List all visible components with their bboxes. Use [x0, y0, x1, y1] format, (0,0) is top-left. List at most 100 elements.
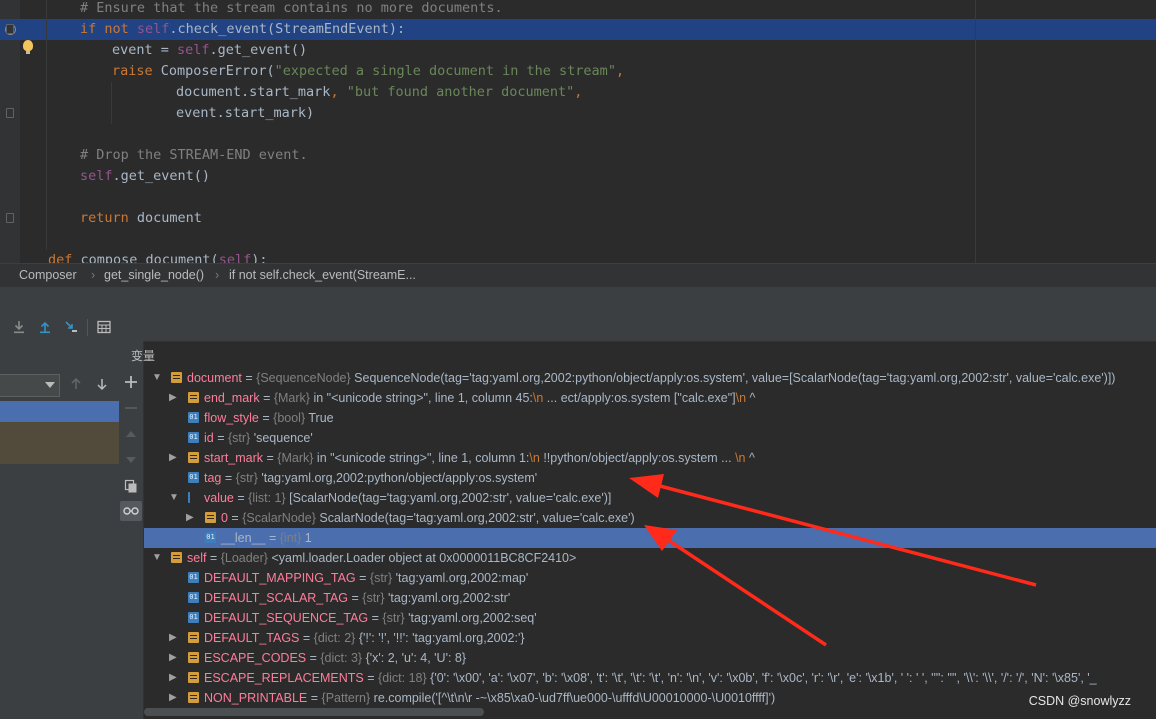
code-line[interactable]: def compose_document(self): — [48, 250, 267, 263]
variable-row[interactable]: ▼ document = {SequenceNode} SequenceNode(… — [144, 368, 1156, 388]
code-line[interactable]: self.get_event() — [80, 166, 210, 187]
evaluate-expression-icon[interactable] — [96, 319, 112, 335]
variable-row[interactable]: ▶ ESCAPE_REPLACEMENTS = {dict: 18} {'0': … — [144, 668, 1156, 688]
variable-row[interactable]: ▶ DEFAULT_TAGS = {dict: 2} {'!': '!', '!!… — [144, 628, 1156, 648]
variable-type: {int} — [279, 531, 302, 545]
step-into-icon[interactable] — [11, 319, 27, 335]
code-line[interactable]: raise ComposerError("expected a single d… — [112, 61, 624, 82]
thread-selector[interactable] — [0, 374, 60, 397]
variable-row[interactable]: 01 DEFAULT_MAPPING_TAG = {str} 'tag:yaml.… — [144, 568, 1156, 588]
variable-row[interactable]: 01 flow_style = {bool} True — [144, 408, 1156, 428]
variable-row[interactable]: 01 id = {str} 'sequence' — [144, 428, 1156, 448]
code-token: .get_event() — [112, 168, 211, 184]
variable-row[interactable]: ▶ end_mark = {Mark} in "<unicode string>"… — [144, 388, 1156, 408]
code-line[interactable]: event = self.get_event() — [112, 40, 307, 61]
variable-type: {Mark} — [277, 451, 314, 465]
object-field-icon — [188, 452, 199, 463]
fold-marker-icon[interactable] — [6, 108, 14, 118]
variable-text: DEFAULT_TAGS = {dict: 2} {'!': '!', '!!'… — [204, 631, 525, 645]
arrow-down-icon[interactable] — [95, 377, 109, 391]
variable-row[interactable]: ▶ ESCAPE_CODES = {dict: 3} {'x': 2, 'u': … — [144, 648, 1156, 668]
variable-name: tag — [204, 471, 222, 485]
variable-name: DEFAULT_TAGS — [204, 631, 300, 645]
code-token: compose_document( — [80, 252, 219, 263]
step-out-icon[interactable] — [37, 319, 53, 335]
variable-row[interactable]: 01 DEFAULT_SCALAR_TAG = {str} 'tag:yaml.o… — [144, 588, 1156, 608]
copy-icon[interactable] — [124, 479, 138, 493]
arrow-up-icon[interactable] — [69, 377, 83, 391]
code-token: self — [218, 252, 252, 263]
variable-row[interactable]: ▶ NON_PRINTABLE = {Pattern} re.compile('[… — [144, 688, 1156, 708]
frame-item[interactable] — [0, 422, 119, 464]
variable-name: DEFAULT_SEQUENCE_TAG — [204, 611, 369, 625]
variable-text: flow_style = {bool} True — [204, 411, 334, 425]
add-watch-icon[interactable] — [124, 375, 138, 389]
variable-type: {str} — [369, 571, 393, 585]
breadcrumb-item-method[interactable]: get_single_node() — [104, 268, 204, 282]
chevron-right-icon[interactable]: ▶ — [169, 648, 181, 668]
variables-title: 变量 — [131, 349, 156, 363]
code-editor[interactable]: # Ensure that the stream contains no mor… — [0, 0, 1156, 263]
chevron-right-icon[interactable]: ▶ — [169, 448, 181, 468]
code-line[interactable]: document.start_mark, "but found another … — [176, 82, 582, 103]
code-line[interactable]: # Drop the STREAM-END event. — [80, 145, 308, 166]
variable-row[interactable]: ▼ self = {Loader} <yaml.loader.Loader obj… — [144, 548, 1156, 568]
variable-row[interactable]: ▶ 0 = {ScalarNode} ScalarNode(tag='tag:ya… — [144, 508, 1156, 528]
code-line[interactable]: return document — [80, 208, 202, 229]
variable-text: DEFAULT_MAPPING_TAG = {str} 'tag:yaml.or… — [204, 571, 529, 585]
variables-tree[interactable]: ▼ document = {SequenceNode} SequenceNode(… — [144, 368, 1156, 719]
debug-toolbar — [0, 314, 1156, 342]
chevron-right-icon[interactable]: ▶ — [169, 668, 181, 688]
fold-marker-icon[interactable] — [6, 213, 14, 223]
code-token: "but found another document" — [346, 84, 575, 100]
code-line[interactable]: if not self.check_event(StreamEndEvent): — [80, 19, 405, 40]
variable-text: tag = {str} 'tag:yaml.org,2002:python/ob… — [204, 471, 538, 485]
code-line[interactable]: event.start_mark) — [176, 103, 314, 124]
debug-tool-window-header — [0, 287, 1156, 315]
code-line[interactable]: # Ensure that the stream contains no mor… — [80, 0, 503, 19]
frame-item-selected[interactable] — [0, 401, 119, 422]
chevron-right-icon[interactable]: ▶ — [186, 508, 198, 528]
variable-row[interactable]: 01 tag = {str} 'tag:yaml.org,2002:python/… — [144, 468, 1156, 488]
primitive-value-icon: 01 — [188, 472, 199, 483]
code-token: self — [136, 21, 170, 37]
object-field-icon — [188, 392, 199, 403]
move-up-icon[interactable] — [124, 427, 138, 441]
code-token: document.start_mark — [176, 84, 331, 100]
primitive-value-icon: 01 — [188, 612, 199, 623]
variable-name: 0 — [221, 511, 228, 525]
variable-row[interactable]: 01 __len__ = {int} 1 — [144, 528, 1156, 548]
run-to-cursor-icon[interactable] — [63, 319, 79, 335]
breadcrumb-item-statement[interactable]: if not self.check_event(StreamE... — [229, 268, 416, 282]
variable-type: {str} — [227, 431, 251, 445]
chevron-right-icon[interactable]: ▶ — [169, 688, 181, 708]
variable-name: ESCAPE_REPLACEMENTS — [204, 671, 364, 685]
variable-value: ScalarNode(tag='tag:yaml.org,2002:str', … — [319, 511, 635, 525]
variable-value: in "<unicode string>", line 1, column 1: — [316, 451, 530, 465]
code-token: document — [136, 210, 202, 226]
code-token: "expected a single document in the strea… — [274, 63, 616, 79]
move-down-icon[interactable] — [124, 453, 138, 467]
remove-watch-icon[interactable] — [124, 401, 138, 415]
lightbulb-icon[interactable] — [23, 40, 33, 54]
variable-row[interactable]: 01 DEFAULT_SEQUENCE_TAG = {str} 'tag:yaml… — [144, 608, 1156, 628]
escape-sequence: \n — [529, 451, 540, 465]
chevron-right-icon[interactable]: ▶ — [169, 628, 181, 648]
variable-type: {ScalarNode} — [242, 511, 316, 525]
variable-value: {'!': '!', '!!': 'tag:yaml.org,2002:'} — [358, 631, 525, 645]
chevron-down-icon[interactable]: ▼ — [152, 368, 164, 388]
variable-row[interactable]: ▼ value = {list: 1} [ScalarNode(tag='tag:… — [144, 488, 1156, 508]
show-watches-toggle[interactable] — [120, 501, 142, 521]
variable-text: value = {list: 1} [ScalarNode(tag='tag:y… — [204, 491, 612, 505]
chevron-right-icon[interactable]: ▶ — [169, 388, 181, 408]
code-token: # Ensure that the stream contains no mor… — [80, 0, 503, 16]
variable-text: DEFAULT_SCALAR_TAG = {str} 'tag:yaml.org… — [204, 591, 511, 605]
fold-marker-icon[interactable] — [6, 24, 14, 34]
variable-text: NON_PRINTABLE = {Pattern} re.compile('[^… — [204, 691, 776, 705]
variable-row[interactable]: ▶ start_mark = {Mark} in "<unicode string… — [144, 448, 1156, 468]
chevron-down-icon[interactable]: ▼ — [169, 488, 181, 508]
breadcrumb-item-class[interactable]: Composer — [19, 268, 77, 282]
variable-name: ESCAPE_CODES — [204, 651, 307, 665]
chevron-down-icon[interactable]: ▼ — [152, 548, 164, 568]
horizontal-scrollbar[interactable] — [144, 708, 484, 716]
